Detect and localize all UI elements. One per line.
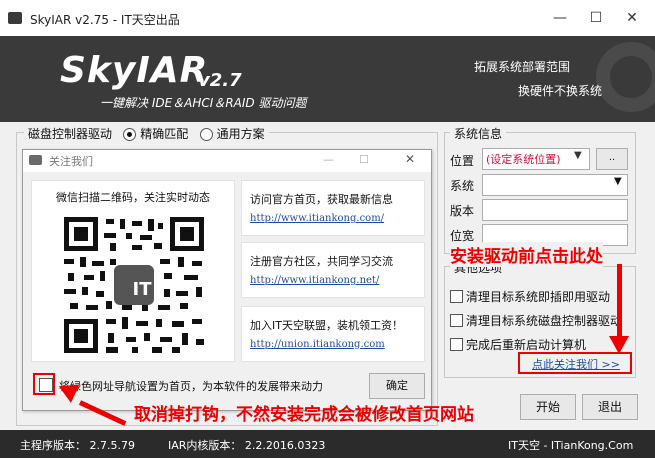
driver-group-title: 磁盘控制器驱动	[28, 127, 113, 141]
system-info-label: 系统信息	[450, 125, 507, 142]
option-reboot-checkbox[interactable]	[450, 338, 463, 351]
info-title-community: 注册官方社区，共同学习交流	[250, 255, 393, 268]
follow-us-link[interactable]: 点此关注我们 >>	[532, 356, 620, 372]
banner-link-deploy[interactable]: 拓展系统部署范围	[474, 58, 570, 75]
system-label: 系统	[450, 179, 475, 193]
info-box-union: 加入IT天空联盟，装机领工资！ http://union.itiankong.c…	[241, 306, 425, 362]
app-logo: SkyIAR	[60, 50, 209, 91]
driver-group-label: 磁盘控制器驱动 精确匹配 通用方案	[24, 125, 269, 142]
position-select-value[interactable]: (设定系统位置)	[486, 151, 561, 167]
dialog-body: 微信扫描二维码，关注实时动态 IT 访问官方首页，获取最新信息 http://w…	[23, 172, 431, 410]
homepage-checkbox[interactable]	[39, 378, 53, 392]
radio-generic-label[interactable]: 通用方案	[217, 127, 265, 141]
annotation-arrow-down	[617, 264, 622, 344]
qr-panel: 微信扫描二维码，关注实时动态 IT	[31, 180, 235, 362]
option-clean-pnp-checkbox[interactable]	[450, 290, 463, 303]
banner-link-hardware[interactable]: 换硬件不换系统	[518, 82, 602, 99]
window-title: SkyIAR v2.75 - IT天空出品	[30, 13, 180, 27]
option-reboot-label[interactable]: 完成后重新启动计算机	[466, 336, 586, 353]
link-community[interactable]: http://www.itiankong.net/	[250, 275, 379, 286]
radio-exact-match-label[interactable]: 精确匹配	[140, 127, 188, 141]
exit-button[interactable]: 退出	[582, 394, 638, 420]
window-titlebar: SkyIAR v2.75 - IT天空出品 — ☐ ✕	[0, 0, 655, 36]
dialog-titlebar: 关注我们 — ☐ ✕	[23, 150, 431, 170]
link-union[interactable]: http://union.itiankong.com	[250, 339, 385, 350]
dialog-close-button[interactable]: ✕	[405, 152, 415, 166]
logo-version: v2.7	[198, 70, 242, 91]
dialog-ok-button[interactable]: 确定	[369, 373, 425, 399]
annotation-arrowhead-down	[609, 336, 629, 354]
version-label: 版本	[450, 204, 475, 218]
close-button[interactable]: ✕	[617, 6, 647, 30]
status-bar: 主程序版本： 2.7.5.79 IAR内核版本： 2.2.2016.0323 I…	[0, 430, 655, 458]
radio-generic[interactable]	[199, 128, 213, 141]
option-clean-pnp-label[interactable]: 清理目标系统即插即用驱动	[466, 288, 610, 305]
position-label: 位置	[450, 154, 475, 168]
minimize-button[interactable]: —	[545, 6, 575, 30]
start-button[interactable]: 开始	[520, 394, 576, 420]
qr-title: 微信扫描二维码，关注实时动态	[56, 191, 210, 204]
core-version-text: IAR内核版本： 2.2.2016.0323	[168, 439, 326, 452]
info-title-homepage: 访问官方首页，获取最新信息	[250, 193, 393, 206]
dialog-title: 关注我们	[49, 155, 93, 168]
gear-icon	[596, 42, 655, 112]
chevron-down-icon[interactable]: ▼	[574, 150, 582, 161]
dialog-maximize-button[interactable]: ☐	[359, 153, 369, 166]
radio-exact-match[interactable]	[123, 128, 137, 141]
chevron-down-icon[interactable]: ▼	[614, 176, 622, 187]
info-title-union: 加入IT天空联盟，装机领工资！	[250, 319, 403, 332]
annotation-uncheck: 取消掉打钩，不然安装完成会被修改首页网站	[134, 405, 474, 425]
option-clean-controller-label[interactable]: 清理目标系统磁盘控制器驱动	[466, 312, 622, 329]
dialog-disk-icon	[29, 155, 42, 165]
main-version-text: 主程序版本： 2.7.5.79	[20, 439, 135, 452]
annotation-click-here: 安装驱动前点击此处	[450, 242, 603, 267]
info-box-community: 注册官方社区，共同学习交流 http://www.itiankong.net/	[241, 242, 425, 298]
logo-tagline: 一键解决 IDE＆AHCI＆RAID 驱动问题	[100, 96, 307, 110]
header-banner: SkyIAR v2.7 一键解决 IDE＆AHCI＆RAID 驱动问题 拓展系统…	[0, 36, 655, 122]
app-disk-icon	[8, 12, 22, 24]
qr-it-badge: IT	[132, 279, 152, 300]
maximize-button[interactable]: ☐	[581, 6, 611, 30]
follow-us-dialog: 关注我们 — ☐ ✕ 微信扫描二维码，关注实时动态 IT 访问官方首页，获取最新…	[22, 149, 432, 411]
option-clean-controller-checkbox[interactable]	[450, 314, 463, 327]
system-select[interactable]	[482, 174, 628, 196]
browse-position-button[interactable]: ..	[596, 148, 628, 170]
info-box-homepage: 访问官方首页，获取最新信息 http://www.itiankong.com/	[241, 180, 425, 236]
homepage-checkbox-label[interactable]: 将绿色网址导航设置为首页，为本软件的发展带来动力	[59, 378, 323, 394]
version-field	[482, 199, 628, 221]
dialog-minimize-button[interactable]: —	[323, 153, 334, 166]
site-link[interactable]: IT天空 - ITianKong.Com	[508, 437, 633, 453]
link-homepage[interactable]: http://www.itiankong.com/	[250, 213, 384, 224]
